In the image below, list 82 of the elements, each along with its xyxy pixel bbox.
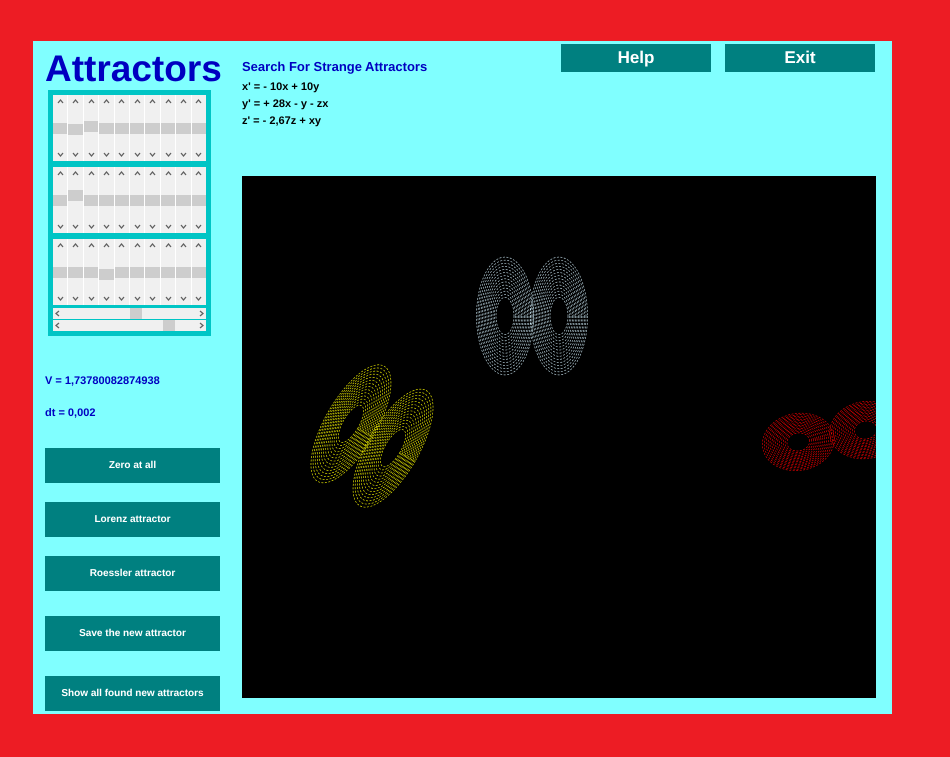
action-button[interactable]: Roessler attractor: [45, 556, 220, 591]
up-chevron-icon[interactable]: [56, 171, 64, 176]
header-button[interactable]: Help: [561, 44, 711, 72]
slider-thumb[interactable]: [176, 122, 191, 134]
up-chevron-icon[interactable]: [72, 243, 80, 248]
down-chevron-icon[interactable]: [56, 296, 64, 301]
up-chevron-icon[interactable]: [72, 99, 80, 104]
up-chevron-icon[interactable]: [118, 99, 126, 104]
up-chevron-icon[interactable]: [72, 171, 80, 176]
slider-thumb[interactable]: [53, 266, 68, 278]
up-chevron-icon[interactable]: [134, 243, 141, 248]
slider-thumb[interactable]: [192, 122, 206, 134]
value-readout: dt = 0,002: [45, 406, 96, 420]
slider-thumb[interactable]: [99, 194, 114, 206]
slider-thumb[interactable]: [145, 122, 160, 134]
slider-thumb[interactable]: [160, 122, 176, 134]
down-chevron-icon[interactable]: [149, 296, 156, 301]
down-chevron-icon[interactable]: [118, 224, 126, 229]
header-button[interactable]: Exit: [725, 44, 875, 72]
slider-thumb[interactable]: [176, 266, 191, 278]
app-subtitle: Search For Strange Attractors: [242, 58, 428, 76]
slider-thumb[interactable]: [130, 308, 142, 319]
slider-thumb[interactable]: [160, 194, 176, 206]
down-chevron-icon[interactable]: [56, 152, 64, 157]
up-chevron-icon[interactable]: [195, 243, 202, 248]
up-chevron-icon[interactable]: [56, 99, 64, 104]
slider-thumb[interactable]: [84, 266, 98, 278]
slider-thumb[interactable]: [162, 320, 175, 331]
slider-thumb[interactable]: [114, 266, 130, 278]
down-chevron-icon[interactable]: [72, 152, 80, 157]
slider-thumb[interactable]: [192, 194, 206, 206]
slider-thumb[interactable]: [84, 194, 98, 206]
slider-thumb[interactable]: [114, 122, 130, 134]
down-chevron-icon[interactable]: [118, 152, 126, 157]
slider-thumb[interactable]: [114, 194, 130, 206]
down-chevron-icon[interactable]: [56, 224, 64, 229]
slider-thumb[interactable]: [176, 194, 191, 206]
action-button[interactable]: Save the new attractor: [45, 616, 220, 651]
down-chevron-icon[interactable]: [134, 152, 141, 157]
down-chevron-icon[interactable]: [149, 224, 156, 229]
slider-thumb[interactable]: [145, 194, 160, 206]
slider-thumb[interactable]: [68, 266, 83, 278]
down-chevron-icon[interactable]: [195, 224, 202, 229]
up-chevron-icon[interactable]: [118, 243, 126, 248]
slider-thumb[interactable]: [130, 194, 144, 206]
slider-thumb[interactable]: [130, 266, 144, 278]
up-chevron-icon[interactable]: [56, 243, 64, 248]
up-chevron-icon[interactable]: [134, 171, 141, 176]
action-button[interactable]: Show all found new attractors: [45, 676, 220, 711]
action-button[interactable]: Lorenz attractor: [45, 502, 220, 537]
up-chevron-icon[interactable]: [149, 99, 156, 104]
up-chevron-icon[interactable]: [195, 99, 202, 104]
slider-thumb[interactable]: [145, 266, 160, 278]
up-chevron-icon[interactable]: [118, 171, 126, 176]
slider-thumb[interactable]: [130, 122, 144, 134]
down-chevron-icon[interactable]: [72, 224, 80, 229]
slider-thumb[interactable]: [99, 268, 114, 280]
action-button[interactable]: Zero at all: [45, 448, 220, 483]
down-chevron-icon[interactable]: [195, 152, 202, 157]
value-readout: V = 1,73780082874938: [45, 374, 161, 389]
equation: y' = + 28x - y - zx: [242, 96, 330, 110]
slider-thumb[interactable]: [160, 266, 176, 278]
up-chevron-icon[interactable]: [134, 99, 141, 104]
slider-thumb[interactable]: [84, 120, 98, 132]
slider-thumb[interactable]: [53, 194, 68, 206]
down-chevron-icon[interactable]: [134, 224, 141, 229]
slider-thumb[interactable]: [68, 190, 83, 202]
down-chevron-icon[interactable]: [118, 296, 126, 301]
up-chevron-icon[interactable]: [149, 243, 156, 248]
slider-thumb[interactable]: [68, 124, 83, 136]
slider-thumb[interactable]: [99, 122, 114, 134]
app-title: Attractors: [45, 50, 222, 87]
slider-thumb[interactable]: [192, 266, 206, 278]
down-chevron-icon[interactable]: [134, 296, 141, 301]
equation: x' = - 10x + 10y: [242, 80, 320, 94]
slider-thumb[interactable]: [53, 122, 68, 134]
up-chevron-icon[interactable]: [149, 171, 156, 176]
down-chevron-icon[interactable]: [195, 296, 202, 301]
up-chevron-icon[interactable]: [195, 171, 202, 176]
down-chevron-icon[interactable]: [149, 152, 156, 157]
down-chevron-icon[interactable]: [72, 296, 80, 301]
equation: z' = - 2,67z + xy: [242, 114, 322, 128]
